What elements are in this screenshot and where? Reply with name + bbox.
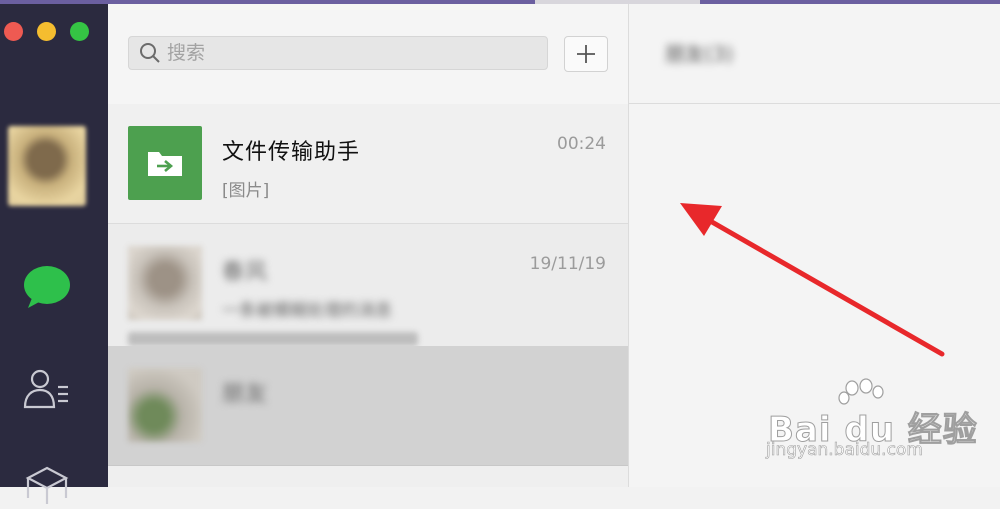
- watermark: Bai du 经验 jingyan.baidu.com: [760, 378, 980, 468]
- watermark-url: jingyan.baidu.com: [766, 440, 923, 461]
